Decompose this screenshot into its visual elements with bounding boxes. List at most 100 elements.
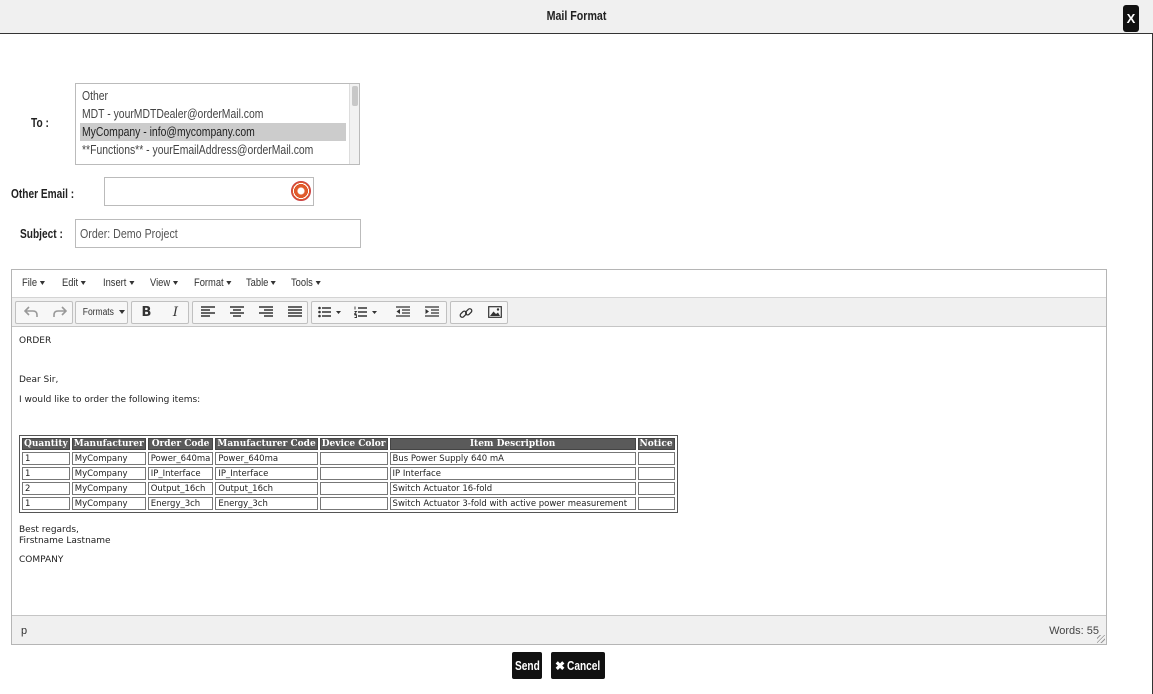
chevron-down-icon [119,310,126,315]
link-icon [459,308,472,318]
table-cell: Energy_3ch [147,497,214,510]
table-cell: Energy_3ch [215,497,318,510]
table-cell: 1 [22,497,70,510]
table-cell: Switch Actuator 16-fold [389,482,636,495]
cancel-button[interactable]: ✖ Cancel [551,652,605,679]
align-justify-icon [287,306,302,317]
formats-dropdown[interactable]: Formats [75,301,128,324]
table-cell [319,482,388,495]
column-header: Device Color [319,438,388,450]
element-path[interactable]: p [21,625,27,637]
menu-view[interactable]: View [150,277,178,289]
table-row: 1 MyCompany IP_Interface IP_Interface IP… [22,467,675,480]
to-recipient-list[interactable]: Other MDT - yourMDTDealer@orderMail.com … [75,83,360,165]
redo-icon [52,306,67,317]
list-scrollbar[interactable] [349,84,359,164]
scrollbar-thumb[interactable] [352,86,358,106]
text-style-group: B I [131,301,189,324]
chevron-down-icon [80,281,86,286]
recipient-option[interactable]: Other [80,87,346,105]
bullet-list-icon [318,306,341,318]
table-cell [637,467,675,480]
word-count: Words: 55 [1049,625,1099,637]
italic-button[interactable]: I [161,302,190,323]
table-row: 2 MyCompany Output_16ch Output_16ch Swit… [22,482,675,495]
chevron-down-icon [39,281,45,286]
insert-group [450,301,508,324]
insert-link-button[interactable] [451,302,480,323]
align-left-button[interactable] [193,302,222,323]
close-button[interactable]: X [1123,5,1139,32]
table-cell: IP_Interface [147,467,214,480]
chevron-down-icon [270,281,277,286]
editor-content[interactable]: ORDER Dear Sir, I would like to order th… [12,327,1106,615]
table-cell [637,452,675,465]
align-center-icon [229,306,244,317]
undo-button[interactable] [16,302,45,323]
dialog-titlebar: Mail Format X [0,0,1153,34]
recipient-option[interactable]: MDT - yourMDTDealer@orderMail.com [80,105,346,123]
undo-icon [23,306,38,317]
menu-tools[interactable]: Tools [291,277,321,289]
subject-label: Subject : [20,226,63,241]
outdent-icon [395,306,410,317]
image-icon [487,306,502,318]
table-cell: Bus Power Supply 640 mA [389,452,636,465]
indent-button[interactable] [417,302,446,323]
bullet-list-button[interactable] [312,302,348,323]
recipient-option-selected[interactable]: MyCompany - info@mycompany.com [80,123,346,141]
table-cell [319,497,388,510]
table-cell: IP Interface [389,467,636,480]
table-cell: Power_640ma [215,452,318,465]
order-items-table: Quantity Manufacturer Order Code Manufac… [19,435,678,513]
close-icon: ✖ [555,659,566,673]
justify-button[interactable] [280,302,309,323]
column-header: Notice [637,438,675,450]
table-cell: IP_Interface [215,467,318,480]
other-email-label: Other Email : [11,186,75,201]
column-header: Manufacturer [71,438,146,450]
menu-format[interactable]: Format [194,277,232,289]
align-right-button[interactable] [251,302,280,323]
mail-signature-name: Firstname Lastname [19,536,111,546]
rich-text-editor: File Edit Insert View Format Table Tools… [11,269,1107,645]
dialog-title: Mail Format [546,8,607,23]
table-cell [637,497,675,510]
table-cell: Power_640ma [147,452,214,465]
subject-field[interactable]: Order: Demo Project [75,219,361,248]
menu-edit[interactable]: Edit [62,277,86,289]
redo-button[interactable] [45,302,74,323]
menu-file[interactable]: File [22,277,45,289]
menu-insert[interactable]: Insert [103,277,135,289]
send-button[interactable]: Send [512,652,542,679]
table-cell: 2 [22,482,70,495]
other-email-field[interactable] [104,177,314,206]
insert-image-button[interactable] [480,302,509,323]
menu-table[interactable]: Table [246,277,277,289]
mail-company: COMPANY [19,555,64,565]
table-cell: 1 [22,452,70,465]
table-cell: MyCompany [71,467,146,480]
bold-button[interactable]: B [132,302,161,323]
align-center-button[interactable] [222,302,251,323]
to-label: To : [31,115,49,130]
recipient-option[interactable]: **Functions** - yourEmailAddress@orderMa… [80,141,346,159]
editor-statusbar: p Words: 55 [12,615,1106,644]
column-header: Item Description [389,438,636,450]
numbered-list-button[interactable] [348,302,384,323]
history-group [15,301,73,324]
mail-greeting: Dear Sir, [19,375,59,385]
chevron-down-icon [172,281,178,286]
list-group [311,301,447,324]
chevron-down-icon [128,281,135,286]
resize-handle-icon[interactable] [1097,635,1105,643]
mail-heading: ORDER [19,336,52,346]
chevron-down-icon [315,281,321,286]
column-header: Order Code [147,438,214,450]
formats-button[interactable]: Formats [76,302,129,323]
autofill-addon-icon[interactable] [291,181,311,201]
table-cell: MyCompany [71,482,146,495]
column-header: Manufacturer Code [215,438,318,450]
table-cell: Output_16ch [215,482,318,495]
outdent-button[interactable] [388,302,417,323]
